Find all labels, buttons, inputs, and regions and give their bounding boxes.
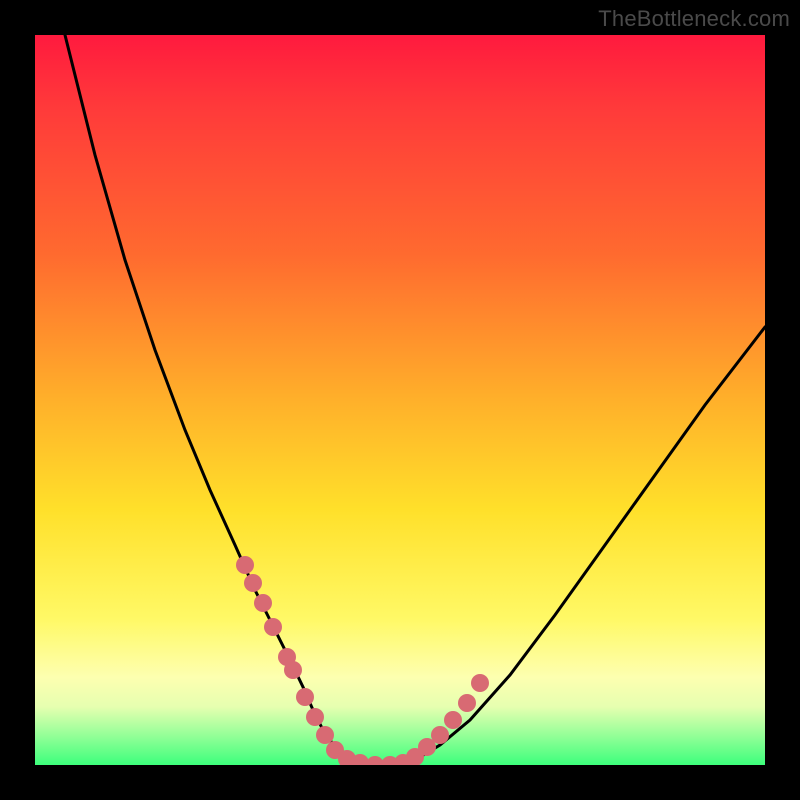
data-point <box>296 688 314 706</box>
watermark-label: TheBottleneck.com <box>598 6 790 32</box>
chart-svg <box>35 35 765 765</box>
data-point <box>306 708 324 726</box>
data-point <box>278 648 296 666</box>
data-point <box>471 674 489 692</box>
outer-frame: TheBottleneck.com <box>0 0 800 800</box>
data-point <box>406 748 424 765</box>
data-point <box>394 754 412 765</box>
data-point <box>458 694 476 712</box>
data-point <box>236 556 254 574</box>
data-point <box>381 756 399 765</box>
data-point <box>326 741 344 759</box>
data-point <box>284 661 302 679</box>
data-point <box>264 618 282 636</box>
plot-area <box>35 35 765 765</box>
marker-group <box>236 556 489 765</box>
data-point <box>254 594 272 612</box>
data-point <box>316 726 334 744</box>
data-point <box>351 754 369 765</box>
data-point <box>444 711 462 729</box>
data-point <box>418 738 436 756</box>
bottleneck-curve <box>65 35 765 765</box>
data-point <box>366 756 384 765</box>
data-point <box>431 726 449 744</box>
data-point <box>244 574 262 592</box>
data-point <box>338 750 356 765</box>
